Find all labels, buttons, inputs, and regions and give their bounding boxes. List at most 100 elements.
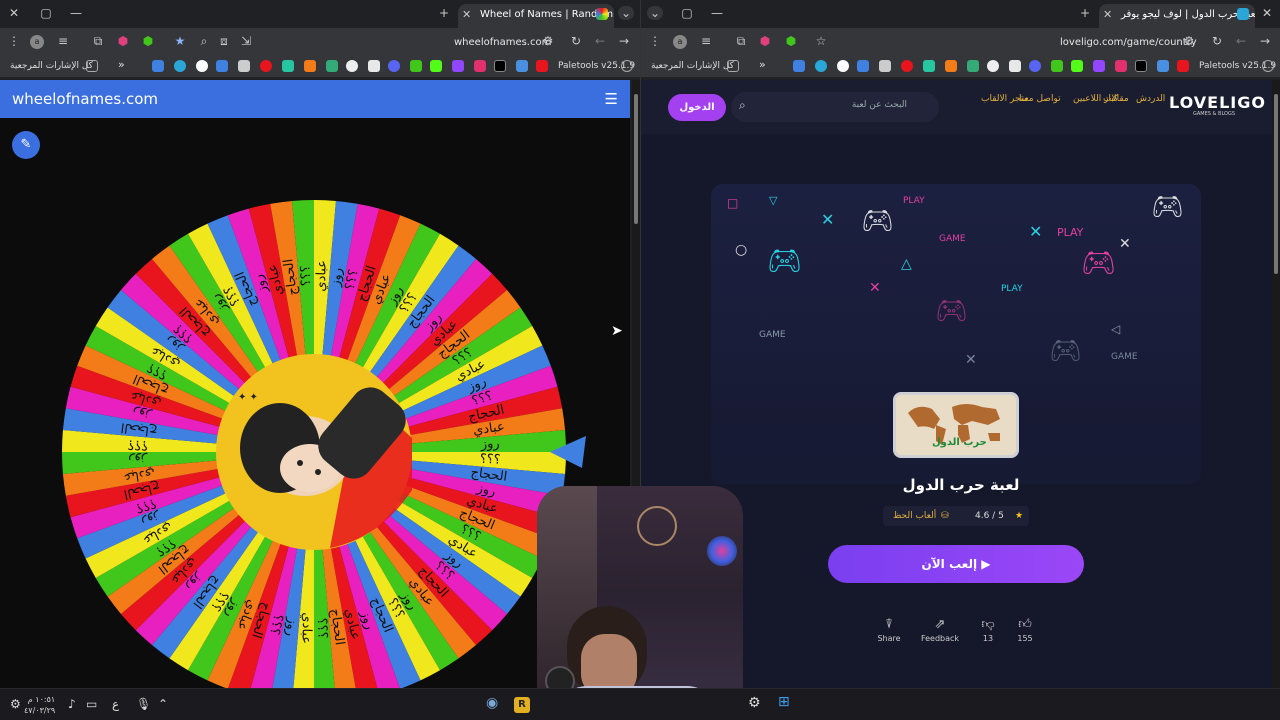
bookmark-icon[interactable] (516, 60, 528, 72)
bookmark-icon[interactable] (1115, 60, 1127, 72)
bookmark-star-icon[interactable]: ☆ (813, 34, 829, 48)
extension-shield-icon[interactable]: ⬢ (757, 34, 773, 48)
bookmark-icon[interactable] (216, 60, 228, 72)
bookmark-icon[interactable] (1071, 60, 1083, 72)
site-settings-icon[interactable]: ⚙ (540, 34, 556, 48)
language-indicator[interactable]: ع (112, 697, 119, 711)
settings-gear-icon[interactable]: ⚙ (10, 697, 21, 711)
windows-start-icon[interactable]: ⊞ (778, 694, 790, 710)
bookmark-icon[interactable] (430, 60, 442, 72)
steam-icon[interactable]: ◉ (486, 695, 498, 711)
kebab-menu-icon[interactable]: ⋮ (6, 34, 22, 48)
login-button[interactable]: الدخول (668, 94, 726, 121)
close-window-icon[interactable]: ✕ (1259, 6, 1275, 20)
bookmark-icon[interactable] (196, 60, 208, 72)
taskbar-clock[interactable]: ١٠:٥١ م ٤٧/٠٣/٢٩ (24, 694, 55, 716)
microphone-icon[interactable]: 🎙︎ (136, 697, 151, 711)
share-button[interactable]: ⍒ Share (869, 617, 909, 643)
site-settings-icon[interactable]: ⚙ (1181, 34, 1197, 48)
kebab-menu-icon[interactable]: ⋮ (647, 34, 663, 48)
address-bar[interactable]: loveligo.com/game/country (1060, 37, 1197, 48)
bookmark-icon[interactable] (152, 60, 164, 72)
bookmark-icon[interactable] (923, 60, 935, 72)
wheel-of-names[interactable]: عباديروز؟؟؟الحجاجعباديروز؟؟؟الحجاجروزعبا… (0, 118, 630, 688)
new-tab-button[interactable]: + (1077, 6, 1093, 20)
zoom-icon[interactable]: ⌕ (196, 34, 212, 49)
bookmark-icon[interactable] (260, 60, 272, 72)
bookmark-icon[interactable] (452, 60, 464, 72)
tune-icon[interactable]: ≡ (698, 34, 714, 48)
youtube-icon[interactable] (1177, 60, 1189, 72)
bookmark-icon[interactable] (410, 60, 422, 72)
bookmark-icon[interactable] (238, 60, 250, 72)
bookmark-icon[interactable] (815, 60, 827, 72)
bookmark-icon[interactable] (368, 60, 380, 72)
bookmark-icon[interactable] (945, 60, 957, 72)
close-window-icon[interactable]: ✕ (6, 6, 22, 20)
scrollbar[interactable] (1272, 80, 1280, 688)
more-bookmarks-icon[interactable]: » (759, 58, 766, 71)
bookmark-icon[interactable] (282, 60, 294, 72)
bookmark-icon[interactable] (1029, 60, 1041, 72)
extension-shield-icon[interactable]: ⬢ (115, 34, 131, 48)
address-bar[interactable]: wheelofnames.com (454, 37, 551, 48)
minimize-window-icon[interactable]: — (709, 6, 725, 20)
bookmark-icon[interactable] (793, 60, 805, 72)
game-thumbnail[interactable]: حرب الدول (893, 392, 1019, 458)
settings-app-icon[interactable]: ⚙ (748, 695, 761, 711)
network-icon[interactable]: ▭ (86, 697, 97, 711)
tune-icon[interactable]: ≡ (55, 34, 71, 48)
nav-link-chat[interactable]: الدردش (1136, 94, 1165, 104)
dislike-button[interactable]: 👎︎ 13 (968, 617, 1008, 643)
bookmark-icon[interactable] (474, 60, 486, 72)
tab-wheel-of-names[interactable]: Wheel of Names | Random nam ✕ (458, 4, 614, 28)
all-bookmarks-link[interactable]: كل الإشارات المرجعية (651, 61, 734, 71)
scroll-thumb[interactable] (1274, 94, 1278, 274)
bookmark-icon[interactable] (967, 60, 979, 72)
bookmark-icon[interactable] (987, 60, 999, 72)
play-now-button[interactable]: إلعب الآن ▶ (828, 545, 1084, 583)
nav-link-contact[interactable]: تواصل معنا (1019, 94, 1061, 104)
nav-link-articles[interactable]: مقالات (1103, 94, 1129, 104)
tab-close-icon[interactable]: ✕ (462, 8, 471, 21)
game-category[interactable]: ألعاب الحظ (893, 511, 936, 521)
feedback-button[interactable]: ⇗ Feedback (920, 617, 960, 643)
bookmark-icon[interactable] (901, 60, 913, 72)
search-input[interactable]: ⌕ البحث عن لعبة (731, 92, 939, 122)
tab-search-icon[interactable]: ⌄ (647, 6, 663, 20)
bookmark-icon[interactable] (1093, 60, 1105, 72)
extension-green-icon[interactable]: ⬢ (140, 34, 156, 48)
forward-icon[interactable]: ← (1233, 34, 1249, 48)
more-bookmarks-icon[interactable]: » (118, 58, 125, 71)
bookmark-icon[interactable] (304, 60, 316, 72)
profile-avatar-icon[interactable]: a (673, 35, 687, 49)
all-bookmarks-link[interactable]: كل الإشارات المرجعية (10, 61, 93, 71)
x-icon[interactable] (1135, 60, 1147, 72)
rockstar-icon[interactable]: R (514, 697, 530, 713)
maximize-window-icon[interactable]: ▢ (679, 6, 695, 20)
extension-green-icon[interactable]: ⬢ (783, 34, 799, 48)
minimize-window-icon[interactable]: — (68, 6, 84, 20)
youtube-icon[interactable] (536, 60, 548, 72)
like-button[interactable]: 👍︎ 155 (1005, 617, 1045, 643)
bookmark-icon[interactable] (326, 60, 338, 72)
bookmark-icon[interactable] (1157, 60, 1169, 72)
hamburger-menu-icon[interactable]: ☰ (605, 90, 618, 108)
install-app-icon[interactable]: ⇲ (238, 34, 254, 48)
new-tab-button[interactable]: + (436, 6, 452, 20)
bookmark-icon[interactable] (174, 60, 186, 72)
tray-chevron-icon[interactable]: ⌃ (158, 697, 168, 711)
scroll-thumb[interactable] (634, 94, 638, 224)
tab-close-icon[interactable]: ✕ (1103, 8, 1112, 21)
forward-icon[interactable]: ← (592, 34, 608, 48)
tab-loveligo[interactable]: لعبة حرب الدول | لوف ليجو يوفر ✕ (1099, 4, 1255, 28)
reload-icon[interactable]: ↻ (568, 34, 584, 48)
tab-search-icon[interactable]: ⌄ (618, 6, 634, 20)
extensions-icon[interactable]: ⧉ (90, 34, 106, 49)
translate-icon[interactable]: ⧈ (216, 34, 232, 49)
bookmark-icon[interactable] (346, 60, 358, 72)
bookmark-icon[interactable] (879, 60, 891, 72)
maximize-window-icon[interactable]: ▢ (38, 6, 54, 20)
x-icon[interactable] (494, 60, 506, 72)
reload-icon[interactable]: ↻ (1209, 34, 1225, 48)
